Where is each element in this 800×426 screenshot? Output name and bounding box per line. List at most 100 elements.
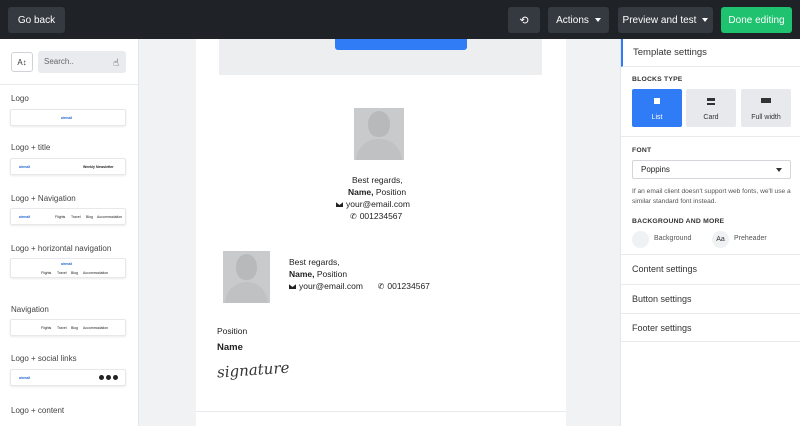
sig1-greeting: Best regards,	[352, 175, 403, 185]
sig2-name: Name,	[289, 269, 315, 279]
avatar-head	[368, 111, 390, 137]
avatar-head	[236, 254, 257, 280]
thumb-title: Weekly Newsletter	[83, 165, 114, 169]
button-settings-section[interactable]: Button settings	[621, 284, 800, 313]
thumb-nav-item: Travel	[57, 271, 67, 275]
history-button[interactable]: ⟲	[508, 7, 540, 33]
block-type-label: Card	[703, 114, 719, 121]
divider	[196, 411, 566, 412]
block-type-label: Full width	[751, 114, 781, 121]
hand-cursor-icon: ☝	[113, 58, 120, 69]
mail-icon	[336, 202, 343, 208]
sig1-email: your@email.com	[346, 199, 410, 209]
content-settings-label: Content settings	[632, 264, 698, 274]
button-settings-label: Button settings	[632, 294, 692, 304]
block-type-label: List	[651, 114, 663, 121]
sig2-position: Position	[316, 269, 348, 279]
thumb-nav-item: Accommodation	[97, 215, 123, 219]
sig3-name: Name	[217, 342, 243, 353]
block-type-full-width[interactable]: Full width	[741, 89, 791, 127]
full-width-icon	[761, 98, 771, 103]
block-type-card[interactable]: Card	[686, 89, 736, 127]
sig2-contact-row: your@email.com ✆ 001234567	[289, 281, 430, 291]
divider	[621, 136, 800, 137]
content-block[interactable]	[219, 39, 542, 75]
thumb-nav-item: Blog	[71, 326, 79, 330]
block-label-logo: Logo	[11, 94, 29, 103]
background-swatch[interactable]	[632, 231, 649, 248]
block-label-logo-title: Logo + title	[11, 143, 51, 152]
block-thumb-logo-title[interactable]: airmail Weekly Newsletter	[10, 158, 126, 175]
thumb-nav-item: Accommodation	[83, 271, 109, 275]
done-label: Done editing	[728, 14, 785, 26]
actions-button[interactable]: Actions	[548, 7, 609, 33]
content-settings-section[interactable]: Content settings	[621, 254, 800, 283]
email-canvas: Best regards, Name, Position your@email.…	[140, 39, 620, 426]
divider	[0, 84, 138, 85]
instagram-icon	[113, 375, 118, 380]
sig1-position: Position	[375, 187, 407, 197]
preheader-icon[interactable]: Aa	[712, 231, 729, 248]
preheader-icon-text: Aa	[716, 236, 725, 243]
footer-settings-label: Footer settings	[632, 323, 692, 333]
preview-and-test-button[interactable]: Preview and test	[618, 7, 713, 33]
block-thumb-logo-navigation[interactable]: airmail Flights Travel Blog Accommodatio…	[10, 208, 126, 225]
font-heading: FONT	[632, 147, 652, 154]
sig1-name: Name,	[348, 187, 374, 197]
settings-panel: Template settings BLOCKS TYPE List Card …	[620, 39, 800, 426]
blocks-type-heading: BLOCKS TYPE	[632, 76, 683, 83]
go-back-button[interactable]: Go back	[8, 7, 65, 33]
sort-icon: A↕	[17, 57, 27, 67]
block-type-list[interactable]: List	[632, 89, 682, 127]
sig2-greeting: Best regards,	[289, 257, 340, 267]
list-icon	[654, 98, 660, 104]
chevron-down-icon	[776, 168, 782, 172]
thumb-nav-item: Flights	[55, 215, 66, 219]
thumb-nav-item: Travel	[71, 215, 81, 219]
chevron-down-icon	[702, 18, 709, 22]
history-icon: ⟲	[519, 14, 529, 27]
thumb-nav-item: Accommodation	[83, 326, 109, 330]
sig2-name-position: Name, Position	[289, 269, 347, 279]
block-thumb-logo-horizontal-navigation[interactable]: airmail Flights Travel Blog Accommodatio…	[10, 258, 126, 278]
block-label-logo-horizontal-navigation: Logo + horizontal navigation	[11, 244, 112, 253]
thumb-nav-item: Travel	[57, 326, 67, 330]
sig2-email: your@email.com	[299, 281, 363, 291]
sort-button[interactable]: A↕	[11, 52, 33, 72]
template-settings-tab[interactable]: Template settings	[621, 39, 800, 67]
top-bar: Go back ⟲ Actions Preview and test Done …	[0, 0, 800, 39]
thumb-logo: airmail	[61, 262, 73, 266]
thumb-nav-item: Flights	[41, 326, 52, 330]
thumb-nav-item: Blog	[86, 215, 94, 219]
chevron-down-icon	[594, 18, 601, 22]
preview-label: Preview and test	[622, 14, 697, 26]
thumb-logo: airmail	[61, 116, 73, 120]
footer-settings-section[interactable]: Footer settings	[621, 313, 800, 342]
thumb-nav-item: Blog	[71, 271, 79, 275]
actions-label: Actions	[556, 14, 589, 26]
avatar	[223, 251, 270, 303]
twitter-icon	[106, 375, 111, 380]
thumb-logo: airmail	[19, 165, 31, 169]
sig1-email-row: your@email.com	[336, 199, 410, 209]
sig1-phone-row: ✆ 001234567	[350, 211, 402, 221]
sig2-phone: 001234567	[387, 281, 430, 291]
block-thumb-navigation[interactable]: Flights Travel Blog Accommodation	[10, 319, 126, 336]
font-hint: If an email client doesn't support web f…	[632, 188, 791, 205]
thumb-logo: airmail	[19, 376, 31, 380]
go-back-label: Go back	[17, 14, 56, 26]
done-editing-button[interactable]: Done editing	[721, 7, 792, 33]
font-select[interactable]: Poppins	[632, 160, 791, 179]
block-thumb-logo[interactable]: airmail	[10, 109, 126, 126]
avatar	[354, 108, 404, 160]
sig1-name-position: Name, Position	[348, 187, 406, 197]
mail-icon	[289, 284, 296, 290]
email-body: Best regards, Name, Position your@email.…	[196, 39, 566, 426]
facebook-icon	[99, 375, 104, 380]
thumb-logo: airmail	[19, 215, 31, 219]
cta-button[interactable]	[335, 39, 467, 50]
sig1-phone: 001234567	[359, 211, 403, 221]
block-thumb-logo-social-links[interactable]: airmail	[10, 369, 126, 386]
background-label: Background	[654, 235, 692, 242]
card-icon	[707, 98, 715, 105]
